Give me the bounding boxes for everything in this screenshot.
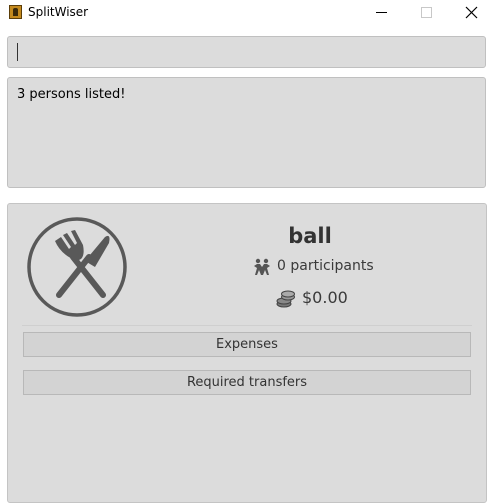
window-title: SplitWiser [28,5,89,19]
text-cursor [17,43,18,61]
event-card: ball 0 participants $0.00 Expenses Requi… [7,203,487,503]
maximize-button[interactable] [403,0,449,26]
coins-icon [276,290,295,308]
result-display: 3 persons listed! [7,77,486,188]
command-input[interactable] [7,36,486,68]
total-amount: $0.00 [302,288,348,307]
close-button[interactable] [448,0,494,26]
close-icon [465,6,478,19]
fork-knife-icon [27,217,127,317]
result-message: 3 persons listed! [17,87,126,102]
required-transfers-button[interactable]: Required transfers [23,370,471,395]
people-icon [254,258,270,275]
title-bar: SplitWiser [0,0,494,26]
participants-count: 0 participants [277,258,374,274]
minimize-button[interactable] [358,0,404,26]
app-icon [9,5,22,19]
expenses-button[interactable]: Expenses [23,332,471,357]
event-name: ball [288,224,332,248]
divider [22,325,472,326]
